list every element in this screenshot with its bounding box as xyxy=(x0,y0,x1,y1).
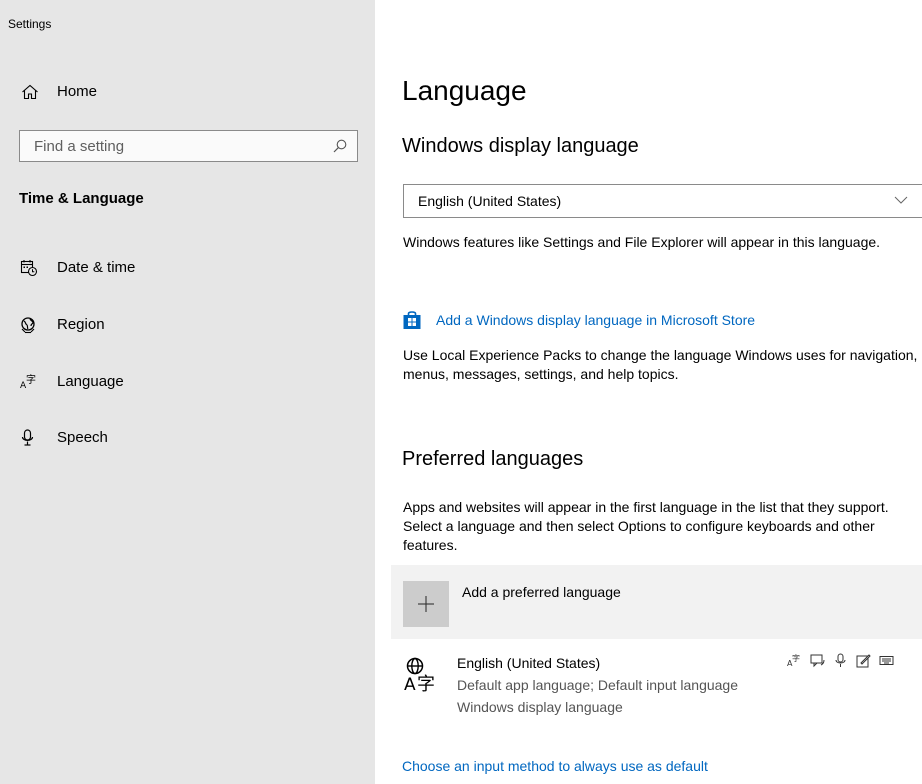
svg-text:字: 字 xyxy=(792,653,800,663)
handwriting-icon xyxy=(856,654,871,668)
add-preferred-language-label: Add a preferred language xyxy=(462,584,621,600)
add-preferred-language-button[interactable]: Add a preferred language xyxy=(391,565,922,639)
language-list-item[interactable]: A 字 English (United States) Default app … xyxy=(391,645,922,725)
app-title: Settings xyxy=(8,17,52,31)
sidebar-item-label: Language xyxy=(57,373,124,390)
dropdown-value: English (United States) xyxy=(418,193,562,209)
page-title: Language xyxy=(402,75,527,106)
language-detail-2: Windows display language xyxy=(457,699,623,715)
language-icon: A 字 xyxy=(20,373,36,391)
sidebar: Settings Home Time & Language Date & tim… xyxy=(0,0,375,784)
search-box[interactable] xyxy=(19,130,358,162)
svg-text:字: 字 xyxy=(26,373,36,386)
globe-icon xyxy=(21,317,35,334)
language-detail-1: Default app language; Default input lang… xyxy=(457,677,738,693)
plus-icon xyxy=(418,596,434,612)
add-display-language-link[interactable]: Add a Windows display language in Micros… xyxy=(436,312,755,328)
sidebar-item-language[interactable]: A 字 Language xyxy=(0,362,375,402)
display-language-heading: Windows display language xyxy=(402,135,639,157)
local-experience-text: Use Local Experience Packs to change the… xyxy=(403,347,918,382)
microsoft-store-icon xyxy=(403,311,421,329)
display-language-description: Windows features like Settings and File … xyxy=(403,234,881,250)
sidebar-item-speech[interactable]: Speech xyxy=(0,418,375,458)
text-to-speech-icon xyxy=(810,654,825,668)
sidebar-item-label: Region xyxy=(57,316,105,333)
calendar-clock-icon xyxy=(20,260,38,277)
preferred-languages-heading: Preferred languages xyxy=(402,448,584,470)
sidebar-item-label: Date & time xyxy=(57,259,136,276)
input-method-link[interactable]: Choose an input method to always use as … xyxy=(402,758,708,774)
language-pack-icon: A 字 xyxy=(787,653,800,668)
sidebar-home[interactable]: Home xyxy=(0,74,375,110)
microphone-icon xyxy=(21,429,34,446)
sidebar-home-label: Home xyxy=(57,83,98,100)
keyboard-icon xyxy=(879,656,894,665)
svg-text:A: A xyxy=(404,675,416,693)
language-name: English (United States) xyxy=(457,655,601,671)
svg-text:字: 字 xyxy=(417,674,435,693)
speech-recognition-icon xyxy=(835,653,846,667)
chevron-down-icon xyxy=(894,196,908,204)
sidebar-item-label: Speech xyxy=(57,429,108,446)
sidebar-section-heading: Time & Language xyxy=(19,190,144,207)
plus-box xyxy=(403,581,449,627)
language-glyph-icon: A 字 xyxy=(404,657,435,693)
main-content: Language Windows display language Englis… xyxy=(375,0,922,784)
search-input[interactable] xyxy=(20,131,320,161)
sidebar-item-date-time[interactable]: Date & time xyxy=(0,248,375,288)
preferred-languages-description: Apps and websites will appear in the fir… xyxy=(403,499,889,553)
sidebar-item-region[interactable]: Region xyxy=(0,305,375,345)
search-icon[interactable] xyxy=(333,139,347,153)
language-feature-icons: A 字 xyxy=(787,653,894,668)
display-language-dropdown[interactable]: English (United States) xyxy=(403,184,922,218)
home-icon xyxy=(22,84,38,100)
